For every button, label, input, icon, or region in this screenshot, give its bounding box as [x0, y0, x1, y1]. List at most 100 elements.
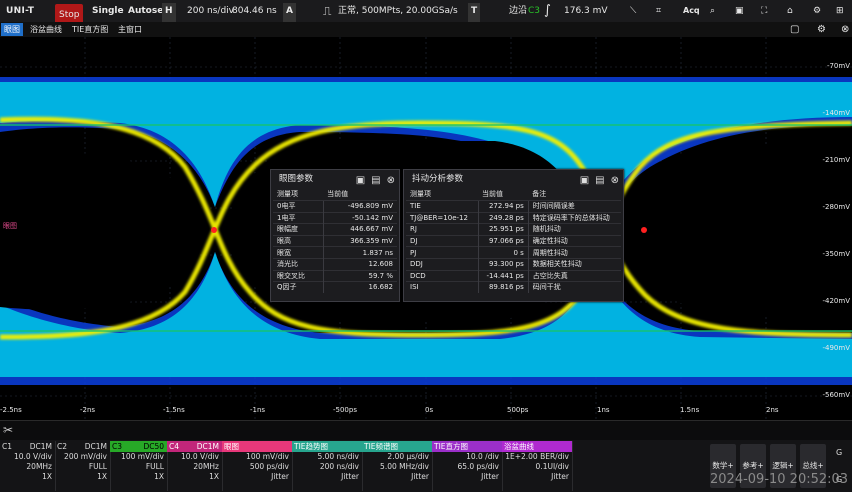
tab-eye-diagram[interactable]: 眼图	[1, 23, 23, 36]
param-value: 25.951 ps	[477, 223, 529, 236]
voltage-label: -420mV	[822, 297, 851, 305]
acq-button[interactable]: Acq	[683, 0, 700, 22]
param-value: 366.359 mV	[322, 234, 397, 247]
channel-c3[interactable]: C3 DC50 100 mV/div FULL 1X	[110, 441, 168, 491]
voltage-label: -210mV	[822, 156, 851, 164]
view-tab-bar: 眼图 浴盆曲线 TIE直方图 主窗口 ▢ ⚙ ⊗	[0, 22, 852, 37]
cursor-icon[interactable]: ⌗	[656, 0, 661, 22]
channel-probe: 1X	[209, 472, 219, 481]
channel-source: Jitter	[481, 472, 499, 481]
time-label: -1.5ns	[163, 406, 185, 414]
param-value: 249.28 ps	[477, 211, 529, 224]
channel-scale: 200 mV/div	[64, 452, 107, 461]
table-row: 眼幅度 446.667 mV	[273, 223, 397, 236]
trigger-source[interactable]: C3	[528, 0, 540, 22]
eye-channel-marker: 眼图	[3, 222, 17, 230]
time-label: -2.5ns	[0, 406, 22, 414]
channel-timebase: 200 ns/div	[319, 462, 359, 471]
table-row: DDJ 93.300 ps 数据相关性抖动	[406, 257, 621, 271]
table-row: Q因子 16.682	[273, 281, 397, 293]
table-row: DJ 97.066 ps 确定性抖动	[406, 234, 621, 247]
trigger-type[interactable]: 边沿	[509, 0, 527, 22]
tie-spectrum-channel[interactable]: TIE频谱图 2.00 μs/div 5.00 MHz/div Jitter	[362, 441, 433, 491]
tab-tie-histogram[interactable]: TIE直方图	[69, 23, 111, 36]
utility-icon[interactable]: ⌂	[787, 0, 793, 22]
channel-coupling: DC1M	[196, 442, 219, 451]
param-name: DDJ	[406, 257, 479, 271]
channel-scale: 5.00 ns/div	[317, 452, 359, 461]
measure-icon[interactable]: ⟍	[630, 0, 636, 22]
timebase-value[interactable]: 200 ns/div	[187, 0, 234, 22]
horizontal-offset-value[interactable]: 804.46 ns	[232, 0, 277, 22]
voltage-label: -490mV	[822, 344, 851, 352]
save-icon[interactable]: ▣	[580, 175, 589, 186]
table-row: RJ 25.951 ps 随机抖动	[406, 223, 621, 236]
channel-name: C3	[112, 442, 123, 451]
channel-c1[interactable]: C1 DC1M 10.0 V/div 20MHz 1X	[0, 441, 56, 491]
channel-scale: 100 mV/div	[121, 452, 164, 461]
channel-bandwidth: FULL	[88, 462, 107, 471]
jitter-params-table: 测量项 当前值 备注 TIE 272.94 ps 时间间隔误差 TJ@BER=10e-1…	[406, 188, 621, 293]
save-icon[interactable]: ▣	[356, 175, 365, 186]
channel-timebase: 0.1UI/div	[535, 462, 569, 471]
channel-c4[interactable]: C4 DC1M 10.0 V/div 20MHz 1X	[167, 441, 223, 491]
param-value: -50.142 mV	[322, 211, 397, 224]
channel-scale: 100 mV/div	[246, 452, 289, 461]
save-icon[interactable]: ▣	[735, 0, 744, 22]
table-icon[interactable]: ▤	[595, 175, 604, 186]
channel-scale: 10.0 V/div	[13, 452, 52, 461]
acquire-info[interactable]: 正常, 500MPts, 20.00GSa/s	[338, 0, 458, 22]
jitter-analysis-panel[interactable]: 抖动分析参数 ▣ ▤ ⊗ 测量项 当前值 备注 TIE 272.94 ps 时间间隔误差 T…	[403, 169, 624, 302]
time-label: 500ps	[507, 406, 529, 414]
param-name: ISI	[406, 281, 479, 293]
channel-name: C4	[169, 442, 180, 451]
channel-name: 浴盆曲线	[504, 442, 534, 451]
eye-diagram-channel[interactable]: 眼图 100 mV/div 500 ps/div Jitter	[222, 441, 293, 491]
eye-panel-header: 眼图参数 ▣ ▤ ⊗	[271, 170, 399, 188]
channel-c2[interactable]: C2 DC1M 200 mV/div FULL 1X	[55, 441, 111, 491]
channel-coupling: DC1M	[29, 442, 52, 451]
param-value: -496.809 mV	[322, 200, 397, 213]
settings-small-icon[interactable]: ⚙	[814, 23, 829, 36]
channel-timebase: 500 ps/div	[249, 462, 289, 471]
param-value: 16.682	[322, 281, 397, 293]
time-label: -1ns	[250, 406, 266, 414]
voltage-label: -70mV	[826, 62, 850, 70]
close-icon[interactable]: ⊗	[387, 175, 395, 186]
channel-name: 眼图	[224, 442, 239, 451]
single-button[interactable]: Single	[92, 0, 124, 22]
generator-label[interactable]: G	[836, 448, 842, 457]
table-row: TIE 272.94 ps 时间间隔误差	[406, 200, 621, 213]
grid-icon[interactable]: ⊞	[836, 0, 844, 22]
param-name: 眼交叉比	[273, 269, 324, 282]
channel-name: TIE直方图	[434, 442, 469, 451]
bathtub-channel[interactable]: 浴盆曲线 1E+2.00 BER/div 0.1UI/div Jitter	[502, 441, 573, 491]
tab-main-window[interactable]: 主窗口	[115, 23, 145, 36]
table-row: TJ@BER=10e-12 249.28 ps 特定误码率下的总体抖动	[406, 211, 621, 224]
screenshot-icon[interactable]: ⛶	[761, 0, 767, 22]
close-view-icon[interactable]: ⊗	[838, 23, 852, 36]
param-note: 特定误码率下的总体抖动	[527, 211, 621, 224]
voltage-label: -560mV	[822, 391, 851, 399]
close-icon[interactable]: ⊗	[611, 175, 619, 186]
param-name: Q因子	[273, 281, 324, 293]
param-value: 272.94 ps	[477, 200, 529, 213]
channel-name: TIE趋势图	[294, 442, 329, 451]
table-row: 0电平 -496.809 mV	[273, 200, 397, 213]
table-icon[interactable]: ▤	[371, 175, 380, 186]
channel-coupling: DC1M	[84, 442, 107, 451]
column-header: 测量项	[277, 190, 298, 198]
window-icon[interactable]: ▢	[787, 23, 802, 36]
tab-bathtub-curve[interactable]: 浴盆曲线	[27, 23, 65, 36]
settings-icon[interactable]: ⚙	[813, 0, 821, 22]
param-note: 数据相关性抖动	[527, 257, 621, 271]
voltage-label: -140mV	[822, 109, 851, 117]
channel-source: Jitter	[271, 472, 289, 481]
eye-parameters-panel[interactable]: 眼图参数 ▣ ▤ ⊗ 测量项 当前值 0电平 -496.809 mV 1电平 -50.14…	[270, 169, 400, 302]
search-icon[interactable]: ⌕	[710, 0, 715, 22]
tie-trend-channel[interactable]: TIE趋势图 5.00 ns/div 200 ns/div Jitter	[292, 441, 363, 491]
tools-icon[interactable]: ✂	[3, 423, 13, 437]
trigger-level[interactable]: 176.3 mV	[564, 0, 608, 22]
tie-histogram-channel[interactable]: TIE直方图 10.0 /div 65.0 ps/div Jitter	[432, 441, 503, 491]
param-name: DJ	[406, 234, 479, 247]
